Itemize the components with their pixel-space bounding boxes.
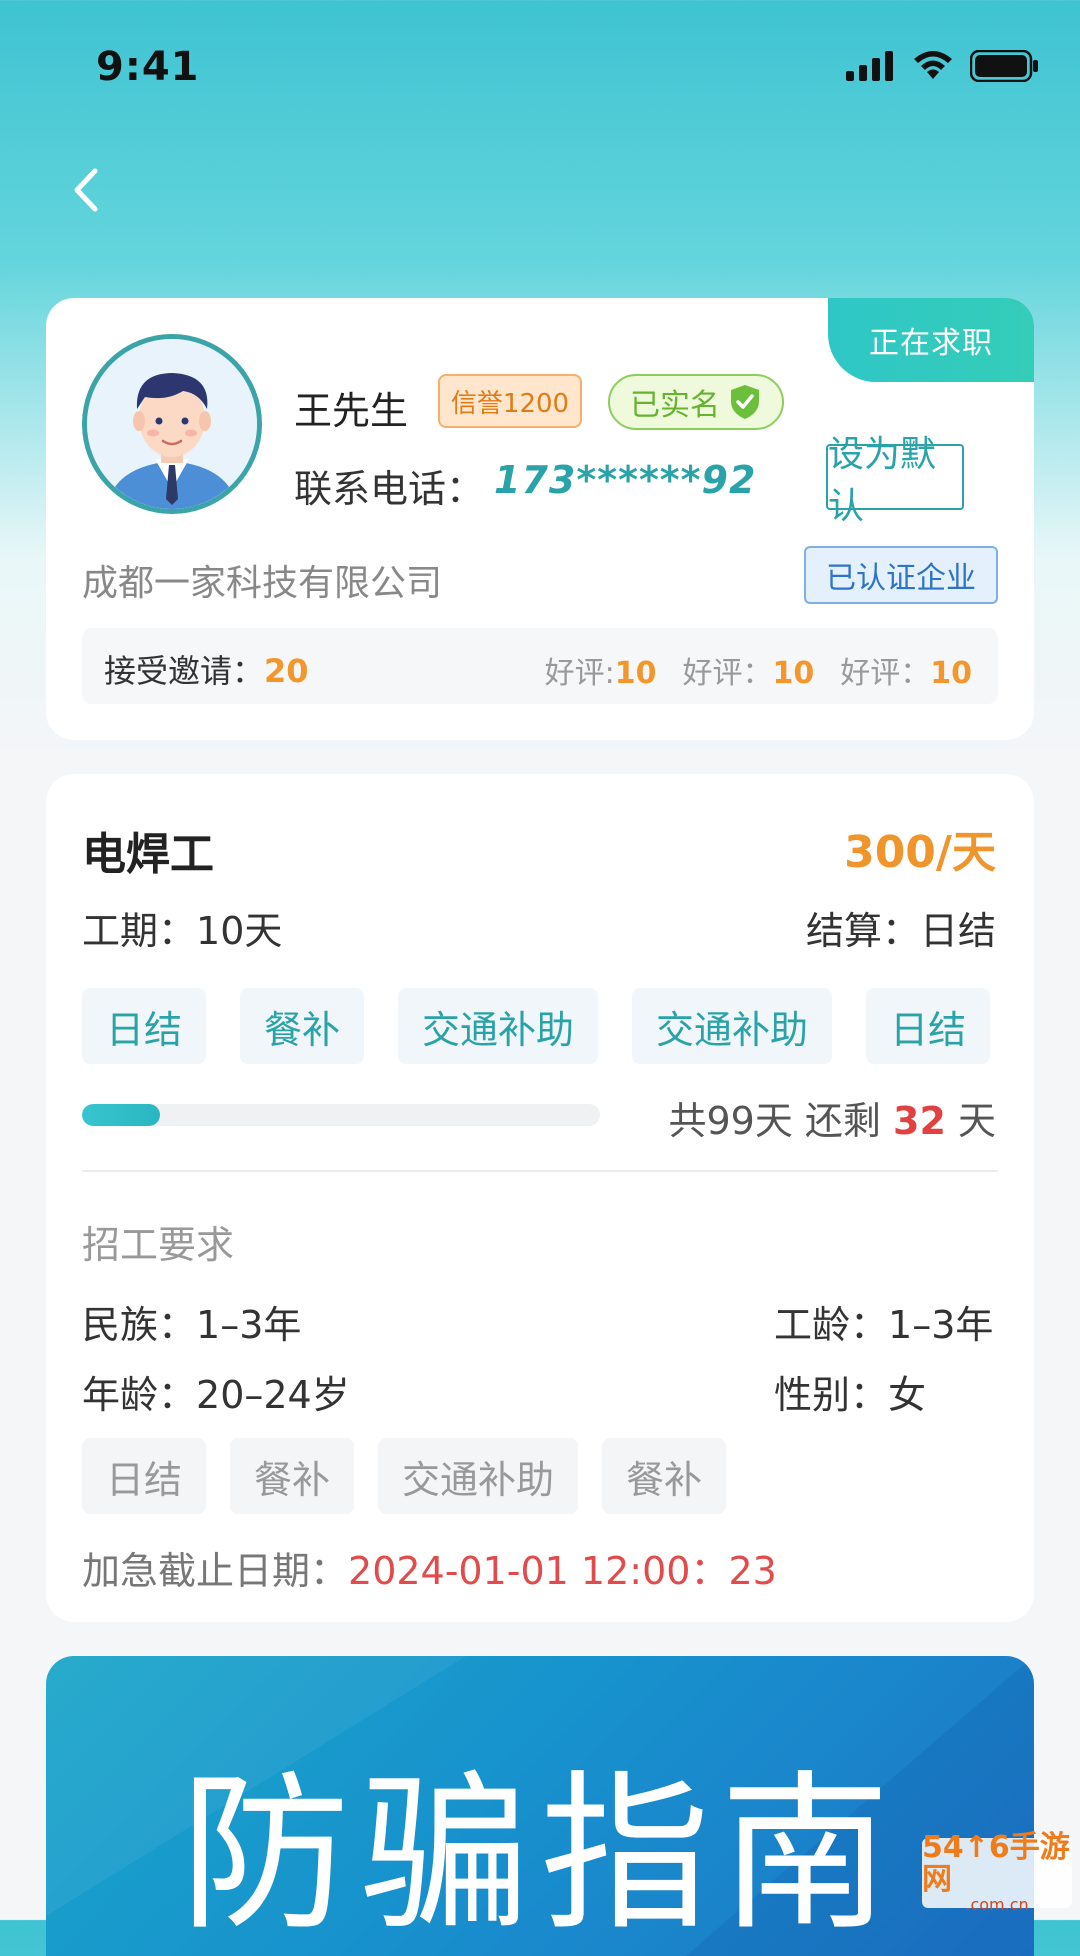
job-settlement-label: 结算： bbox=[805, 909, 920, 953]
avatar-illustration bbox=[87, 339, 257, 509]
real-name-verified-badge: 已实名 bbox=[608, 374, 784, 430]
reviews-stats: 好评:10 好评：10 好评：10 bbox=[545, 648, 972, 692]
review-label: 好评： bbox=[840, 656, 931, 691]
job-tag: 交通补助 bbox=[632, 988, 833, 1064]
duration-progress-bar bbox=[82, 1104, 600, 1126]
profile-card: 正在求职 王先生 信誉1200 已实名 联系电话： 173******92 设为… bbox=[46, 298, 1034, 740]
deadline-label: 加急截止日期： bbox=[82, 1549, 349, 1593]
requirements-title: 招工要求 bbox=[82, 1223, 235, 1267]
credit-badge: 信誉1200 bbox=[438, 374, 582, 428]
status-icons bbox=[846, 50, 1040, 82]
avatar bbox=[82, 334, 262, 514]
stats-bar: 接受邀请：20 好评:10 好评：10 好评：10 bbox=[82, 628, 998, 704]
company-name: 成都一家科技有限公司 bbox=[82, 563, 443, 604]
review-label: 好评： bbox=[682, 656, 773, 691]
phone-label: 联系电话： bbox=[294, 467, 485, 511]
shield-check-icon bbox=[731, 385, 759, 419]
req-ethnicity-value: 1–3年 bbox=[196, 1303, 302, 1347]
job-seeking-status-tag: 正在求职 bbox=[828, 298, 1034, 382]
status-bar: 9:41 bbox=[0, 0, 1080, 130]
job-tag: 日结 bbox=[866, 988, 991, 1064]
verified-badge-label: 已实名 bbox=[630, 388, 720, 423]
back-button[interactable] bbox=[56, 160, 116, 220]
job-wage: 300/天 bbox=[844, 827, 996, 878]
battery-icon bbox=[970, 50, 1038, 82]
status-time: 9:41 bbox=[96, 44, 200, 90]
requirement-tag: 餐补 bbox=[230, 1438, 355, 1514]
duration-progress-text: 共99天 还剩 32 天 bbox=[669, 1090, 997, 1145]
wifi-icon bbox=[914, 51, 952, 79]
job-tag: 餐补 bbox=[240, 988, 365, 1064]
req-age-value: 20–24岁 bbox=[196, 1373, 350, 1417]
req-seniority-label: 工龄： bbox=[774, 1303, 889, 1347]
job-period-value: 10天 bbox=[196, 909, 283, 953]
req-ethnicity: 民族：1–3年 bbox=[82, 1294, 301, 1349]
anti-fraud-guide-banner[interactable]: 防骗指南 bbox=[46, 1656, 1034, 1956]
review-value: 10 bbox=[930, 656, 972, 691]
job-tags: 日结 餐补 交通补助 交通补助 日结 bbox=[82, 988, 991, 1064]
back-chevron-icon bbox=[74, 168, 98, 212]
banner-title: 防骗指南 bbox=[179, 1756, 900, 1954]
req-seniority-value: 1–3年 bbox=[888, 1303, 994, 1347]
watermark-bottom: .com.cn bbox=[965, 1895, 1029, 1914]
req-age: 年龄：20–24岁 bbox=[82, 1364, 350, 1419]
job-title: 电焊工 bbox=[82, 829, 214, 880]
site-watermark-logo: 54↑6手游网 .com.cn bbox=[922, 1832, 1072, 1914]
accept-invites-stat: 接受邀请：20 bbox=[104, 646, 309, 692]
review-label: 好评: bbox=[544, 656, 615, 691]
deadline-value: 2024-01-01 12:00：23 bbox=[348, 1549, 777, 1593]
job-settlement-value: 日结 bbox=[919, 909, 996, 953]
req-age-label: 年龄： bbox=[82, 1373, 197, 1417]
progress-total-text: 共99天 还剩 bbox=[668, 1099, 894, 1143]
req-gender-value: 女 bbox=[888, 1373, 927, 1417]
job-period-label: 工期： bbox=[82, 909, 197, 953]
requirement-tag: 餐补 bbox=[602, 1438, 727, 1514]
req-ethnicity-label: 民族： bbox=[82, 1303, 197, 1347]
review-value: 10 bbox=[772, 656, 815, 691]
review-stat: 好评：10 bbox=[840, 648, 972, 692]
accept-invites-value: 20 bbox=[264, 652, 309, 690]
set-default-button[interactable]: 设为默认 bbox=[826, 434, 964, 527]
job-period: 工期：10天 bbox=[82, 900, 282, 955]
phone-value: 173******92 bbox=[494, 458, 757, 502]
urgent-deadline: 加急截止日期：2024-01-01 12:00：23 bbox=[82, 1540, 777, 1595]
job-tag: 日结 bbox=[82, 988, 207, 1064]
requirement-tag: 日结 bbox=[82, 1438, 207, 1514]
watermark-top: 54↑6手游网 bbox=[922, 1830, 1070, 1897]
requirement-tag: 交通补助 bbox=[378, 1438, 579, 1514]
review-stat: 好评：10 bbox=[683, 648, 815, 692]
accept-invites-label: 接受邀请： bbox=[104, 652, 265, 690]
review-stat: 好评:10 bbox=[545, 648, 657, 692]
progress-unit: 天 bbox=[945, 1099, 996, 1143]
job-tag: 交通补助 bbox=[398, 988, 599, 1064]
job-settlement: 结算：日结 bbox=[806, 900, 996, 955]
req-gender: 性别：女 bbox=[774, 1364, 926, 1419]
divider bbox=[82, 1170, 998, 1172]
duration-progress-fill bbox=[82, 1104, 160, 1126]
requirement-tags: 日结 餐补 交通补助 餐补 bbox=[82, 1438, 727, 1514]
req-seniority: 工龄：1–3年 bbox=[774, 1294, 993, 1349]
job-card[interactable]: 电焊工 300/天 工期：10天 结算：日结 日结 餐补 交通补助 交通补助 日… bbox=[46, 774, 1034, 1622]
review-value: 10 bbox=[614, 656, 657, 691]
req-gender-label: 性别： bbox=[774, 1373, 889, 1417]
progress-remaining-days: 32 bbox=[893, 1099, 946, 1143]
certified-company-badge: 已认证企业 bbox=[804, 546, 998, 604]
signal-icon bbox=[846, 51, 893, 81]
user-name: 王先生 bbox=[294, 389, 409, 433]
